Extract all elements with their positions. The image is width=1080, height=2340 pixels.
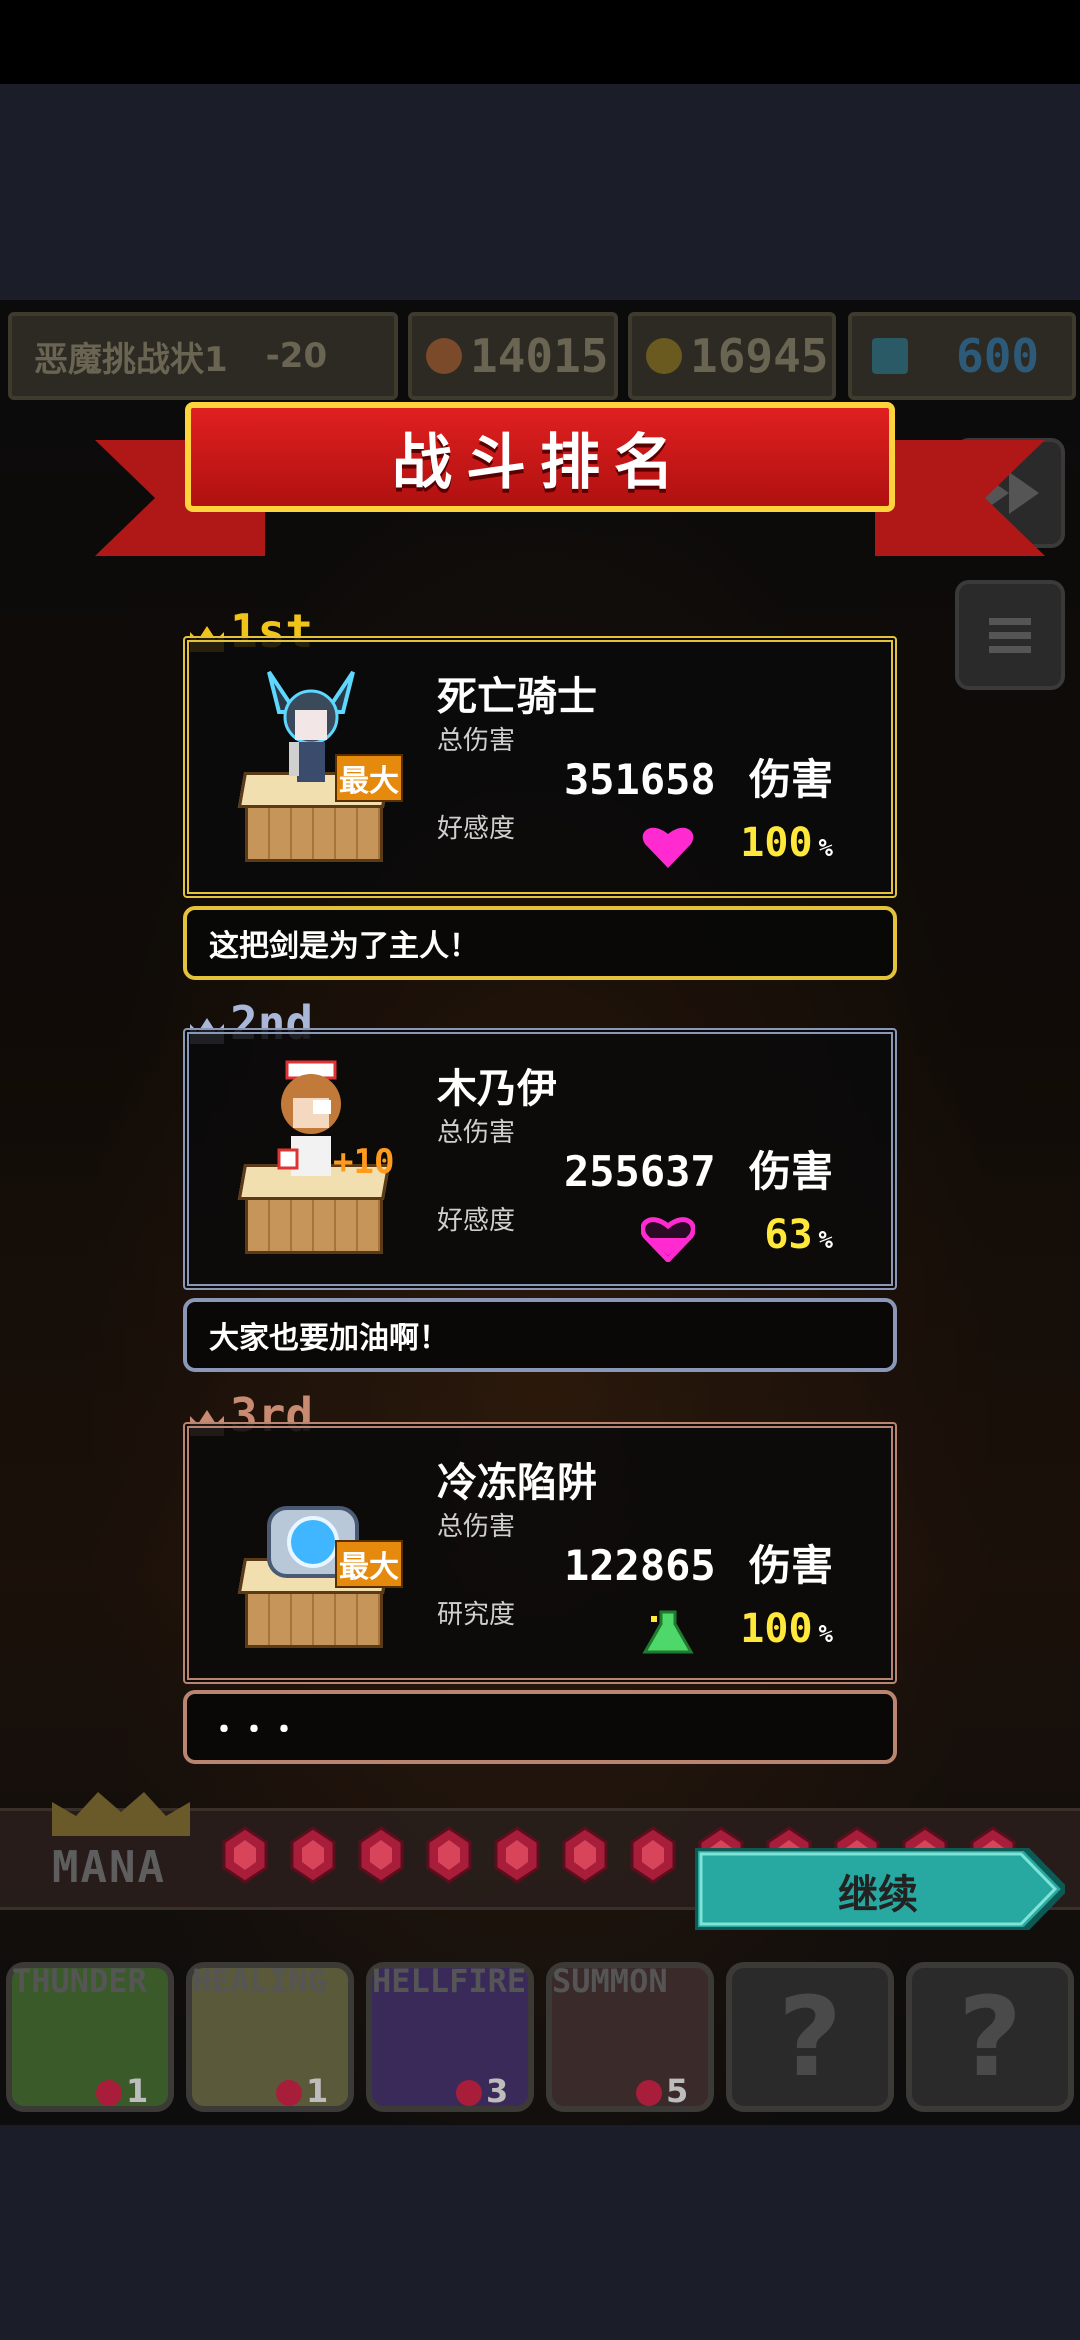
unit-name: 冷冻陷阱 bbox=[437, 1460, 597, 1506]
affinity-value: 100 bbox=[740, 820, 813, 866]
quote-bubble-3: ・・・ bbox=[183, 1690, 897, 1764]
affinity-value: 63 bbox=[764, 1212, 813, 1258]
unit-name: 死亡骑士 bbox=[437, 674, 597, 720]
max-badge: 最大 bbox=[335, 1540, 403, 1588]
heart-icon bbox=[641, 1217, 695, 1262]
damage-unit: 伤害 bbox=[748, 1147, 833, 1196]
mana-gem-icon bbox=[456, 2080, 482, 2106]
locked-skill-slot[interactable]: ? bbox=[906, 1962, 1074, 2112]
max-badge: 最大 bbox=[335, 754, 403, 802]
affinity-unit: % bbox=[818, 834, 833, 862]
locked-skill-slot[interactable]: ? bbox=[726, 1962, 894, 2112]
coin-icon bbox=[426, 338, 462, 374]
gold-value: 16945 bbox=[690, 329, 829, 383]
banner-ribbon-right bbox=[875, 440, 1045, 556]
banner-title: 战斗排名 bbox=[392, 427, 688, 498]
affinity-label: 好感度 bbox=[437, 1206, 516, 1236]
mana-gem-icon bbox=[222, 1826, 268, 1884]
quote-text: 大家也要加油啊！ bbox=[209, 1321, 449, 1356]
stage-name: 恶魔挑战状1 bbox=[34, 339, 228, 380]
level-bonus-badge: +10 bbox=[333, 1142, 395, 1182]
continue-label: 继续 bbox=[838, 1872, 918, 1918]
skill-cost: 1 bbox=[96, 2072, 148, 2110]
mana-gem-icon bbox=[426, 1826, 472, 1884]
heart-icon bbox=[642, 827, 694, 868]
gold-counter: 16945 bbox=[628, 312, 836, 400]
question-mark-icon: ? bbox=[958, 1973, 1022, 2101]
coin-counter: 14015 bbox=[408, 312, 618, 400]
skill-name: THUNDER bbox=[12, 1962, 147, 2000]
coin-value: 14015 bbox=[470, 329, 609, 383]
mana-gem-icon bbox=[96, 2080, 122, 2106]
skill-cost: 5 bbox=[636, 2072, 688, 2110]
research-unit: % bbox=[818, 1620, 833, 1648]
skill-name: HEALING bbox=[192, 1962, 327, 2000]
research-value-row: 100% bbox=[740, 1606, 833, 1652]
quote-bubble-1: 这把剑是为了主人！ bbox=[183, 906, 897, 980]
status-bar bbox=[0, 0, 1080, 84]
damage-value-row: 122865 伤害 bbox=[564, 1532, 833, 1593]
damage-value: 122865 bbox=[563, 1541, 716, 1590]
damage-label: 总伤害 bbox=[437, 1512, 516, 1542]
battle-ranking-banner: 战斗排名 bbox=[185, 402, 895, 512]
quote-bubble-2: 大家也要加油啊！ bbox=[183, 1298, 897, 1372]
damage-label: 总伤害 bbox=[437, 1118, 516, 1148]
stage-indicator: 恶魔挑战状1 -20 bbox=[8, 312, 398, 400]
mana-gem-icon bbox=[636, 2080, 662, 2106]
skill-cost-value: 1 bbox=[126, 2072, 149, 2110]
mana-gem-icon bbox=[276, 2080, 302, 2106]
ranking-card-2: +10 木乃伊 总伤害 255637 伤害 好感度 63% bbox=[183, 1028, 897, 1290]
mana-gem-icon bbox=[290, 1826, 336, 1884]
gem-icon bbox=[872, 338, 908, 374]
skill-name: SUMMON bbox=[552, 1962, 668, 2000]
quote-text: ・・・ bbox=[209, 1713, 299, 1748]
navigation-area bbox=[0, 2125, 1080, 2340]
skill-name: HELLFIRE bbox=[372, 1962, 527, 2000]
quote-text: 这把剑是为了主人！ bbox=[209, 929, 479, 964]
affinity-label: 好感度 bbox=[437, 814, 516, 844]
research-value: 100 bbox=[740, 1606, 813, 1652]
potion-icon bbox=[642, 1610, 694, 1654]
affinity-value-row: 63% bbox=[764, 1212, 833, 1258]
skill-cost: 1 bbox=[276, 2072, 328, 2110]
gem-value: 600 bbox=[956, 329, 1040, 383]
menu-icon bbox=[989, 618, 1031, 653]
skill-cost-value: 5 bbox=[666, 2072, 689, 2110]
damage-value: 351658 bbox=[563, 755, 716, 804]
damage-label: 总伤害 bbox=[437, 726, 516, 756]
unit-name: 木乃伊 bbox=[437, 1066, 557, 1112]
affinity-value-row: 100% bbox=[740, 820, 833, 866]
menu-button[interactable] bbox=[955, 580, 1065, 690]
gem-counter: 600 bbox=[848, 312, 1076, 400]
mana-gem-icon bbox=[494, 1826, 540, 1884]
gold-icon bbox=[646, 338, 682, 374]
question-mark-icon: ? bbox=[778, 1973, 842, 2101]
damage-value: 255637 bbox=[563, 1147, 716, 1196]
damage-value-row: 351658 伤害 bbox=[564, 746, 833, 807]
mana-label: MANA bbox=[52, 1842, 166, 1893]
skill-cost-value: 1 bbox=[306, 2072, 329, 2110]
mana-crown-icon bbox=[52, 1792, 190, 1836]
skill-cost-value: 3 bbox=[486, 2072, 509, 2110]
mana-gem-icon bbox=[358, 1826, 404, 1884]
skill-cost: 3 bbox=[456, 2072, 508, 2110]
ranking-card-3: 最大 冷冻陷阱 总伤害 122865 伤害 研究度 100% bbox=[183, 1422, 897, 1684]
damage-unit: 伤害 bbox=[748, 1541, 833, 1590]
research-label: 研究度 bbox=[437, 1600, 516, 1630]
ranking-card-1: 最大 死亡骑士 总伤害 351658 伤害 好感度 100% bbox=[183, 636, 897, 898]
damage-value-row: 255637 伤害 bbox=[564, 1138, 833, 1199]
damage-unit: 伤害 bbox=[748, 755, 833, 804]
affinity-unit: % bbox=[818, 1226, 833, 1254]
stage-modifier: -20 bbox=[265, 336, 328, 376]
mana-gem-icon bbox=[630, 1826, 676, 1884]
mana-gem-icon bbox=[562, 1826, 608, 1884]
